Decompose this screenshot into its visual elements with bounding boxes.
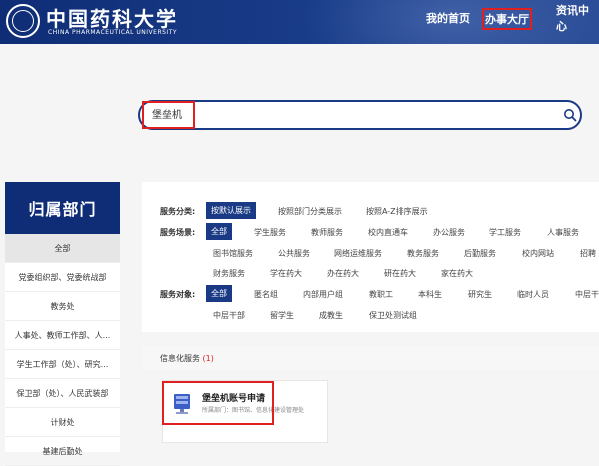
search-highlight-box	[142, 101, 195, 129]
logo-chinese[interactable]: 中国药科大学	[46, 3, 178, 32]
scene-library[interactable]: 图书馆服务	[213, 248, 253, 259]
scene-finance[interactable]: 财务服务	[213, 268, 245, 279]
object-adult-ed[interactable]: 成教生	[319, 310, 343, 321]
object-mid-cadre[interactable]: 中层干部	[213, 310, 245, 321]
scene-campus-sites[interactable]: 校内网站	[522, 248, 554, 259]
scene-label: 服务场景:	[160, 228, 196, 237]
object-temporary[interactable]: 临时人员	[517, 289, 549, 300]
object-postgrad[interactable]: 研究生	[468, 289, 492, 300]
section-title: 信息化服务 (1)	[160, 354, 214, 363]
object-undergrad[interactable]: 本科生	[418, 289, 442, 300]
object-staff[interactable]: 教职工	[369, 289, 393, 300]
object-internal[interactable]: 内部用户组	[303, 289, 343, 300]
category-a-z[interactable]: 按照A-Z排序展示	[366, 206, 428, 217]
site-header: 中国药科大学 CHINA PHARMACEUTICAL UNIVERSITY 我…	[0, 0, 599, 44]
sidebar-item-personnel[interactable]: 人事处、教师工作部、人...	[5, 321, 120, 350]
object-all[interactable]: 全部	[206, 285, 232, 302]
card-highlight-box	[162, 381, 274, 425]
scene-study[interactable]: 学在药大	[270, 268, 302, 279]
scene-student-affairs[interactable]: 学工服务	[489, 227, 521, 238]
category-default[interactable]: 按默认展示	[206, 202, 256, 219]
sidebar-title: 归属部门	[5, 182, 120, 234]
scene-office[interactable]: 办公服务	[433, 227, 465, 238]
scene-campus-express[interactable]: 校内直通车	[368, 227, 408, 238]
nav-news-center[interactable]: 资讯中心	[556, 0, 599, 36]
scene-teacher[interactable]: 教师服务	[311, 227, 343, 238]
scene-all[interactable]: 全部	[206, 223, 232, 240]
category-by-dept[interactable]: 按照部门分类展示	[278, 206, 342, 217]
object-anonymous[interactable]: 匿名组	[254, 289, 278, 300]
sidebar-item-all[interactable]: 全部	[5, 234, 120, 263]
nav-my-home[interactable]: 我的首页	[426, 0, 470, 36]
scene-teaching[interactable]: 教务服务	[407, 248, 439, 259]
scene-hr[interactable]: 人事服务	[547, 227, 579, 238]
scene-network-ops[interactable]: 网络运维服务	[334, 248, 382, 259]
object-label: 服务对象:	[160, 290, 196, 299]
scene-home[interactable]: 家在药大	[441, 268, 473, 279]
sidebar-item-logistics[interactable]: 基建后勤处	[5, 437, 120, 466]
sidebar-item-academic-affairs[interactable]: 教务处	[5, 292, 120, 321]
sidebar-item-finance[interactable]: 计财处	[5, 408, 120, 437]
sidebar-item-security[interactable]: 保卫部（处）、人民武装部	[5, 379, 120, 408]
scene-research[interactable]: 研在药大	[384, 268, 416, 279]
sidebar-item-student-work[interactable]: 学生工作部（处）、研究...	[5, 350, 120, 379]
nav-service-hall[interactable]: 办事大厅	[482, 8, 532, 30]
section-count: (1)	[202, 354, 214, 363]
university-seal-icon[interactable]	[6, 4, 40, 38]
scene-logistics[interactable]: 后勤服务	[464, 248, 496, 259]
scene-student[interactable]: 学生服务	[254, 227, 286, 238]
object-security-test[interactable]: 保卫处测试组	[369, 310, 417, 321]
scene-recruitment[interactable]: 招聘	[580, 248, 596, 259]
scene-work[interactable]: 办在药大	[327, 268, 359, 279]
object-mid-cadre-cut[interactable]: 中层干	[575, 289, 599, 300]
logo-english: CHINA PHARMACEUTICAL UNIVERSITY	[48, 29, 178, 36]
search-icon[interactable]	[563, 108, 577, 122]
scene-public[interactable]: 公共服务	[278, 248, 310, 259]
department-sidebar: 归属部门 全部 党委组织部、党委统战部 教务处 人事处、教师工作部、人... 学…	[5, 182, 120, 466]
sidebar-item-org-dept[interactable]: 党委组织部、党委统战部	[5, 263, 120, 292]
category-label: 服务分类:	[160, 207, 196, 216]
search-input[interactable]	[138, 100, 582, 130]
object-intl-student[interactable]: 留学生	[270, 310, 294, 321]
